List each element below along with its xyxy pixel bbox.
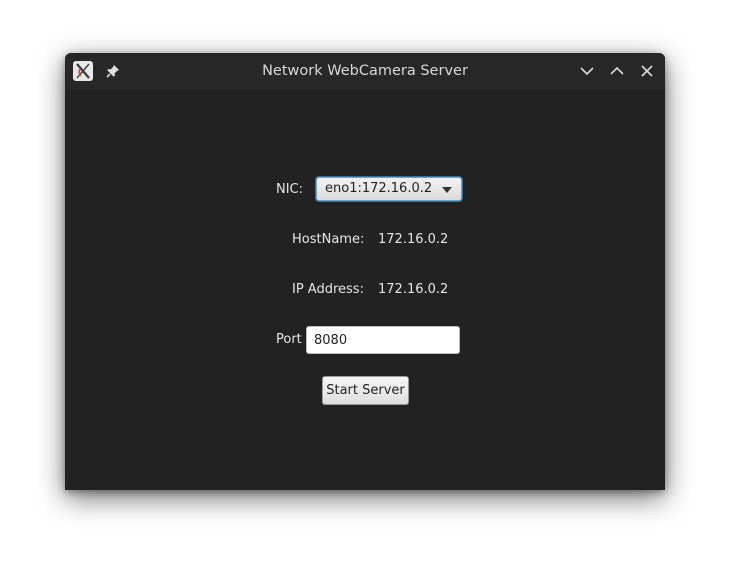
start-server-button[interactable]: Start Server xyxy=(322,376,409,405)
app-x-icon[interactable] xyxy=(73,61,93,81)
title-bar[interactable]: Network WebCamera Server xyxy=(65,53,665,90)
port-label: Port xyxy=(276,332,302,347)
caret-down-icon xyxy=(442,187,452,193)
app-window: Network WebCamera Server NIC: eno1:172.1… xyxy=(65,53,665,490)
port-input[interactable] xyxy=(306,326,460,354)
window-title: Network WebCamera Server xyxy=(262,63,468,79)
ip-address-value: 172.16.0.2 xyxy=(378,282,449,297)
nic-selected-value: eno1:172.16.0.2 xyxy=(325,181,433,196)
chevron-down-icon[interactable] xyxy=(578,62,596,80)
ip-address-label: IP Address: xyxy=(292,282,364,297)
pin-icon[interactable] xyxy=(105,63,121,79)
nic-select[interactable]: eno1:172.16.0.2 xyxy=(316,177,462,201)
nic-label: NIC: xyxy=(276,182,304,197)
hostname-label: HostName: xyxy=(292,232,365,247)
close-icon[interactable] xyxy=(638,62,656,80)
chevron-up-icon[interactable] xyxy=(608,62,626,80)
hostname-value: 172.16.0.2 xyxy=(378,232,449,247)
